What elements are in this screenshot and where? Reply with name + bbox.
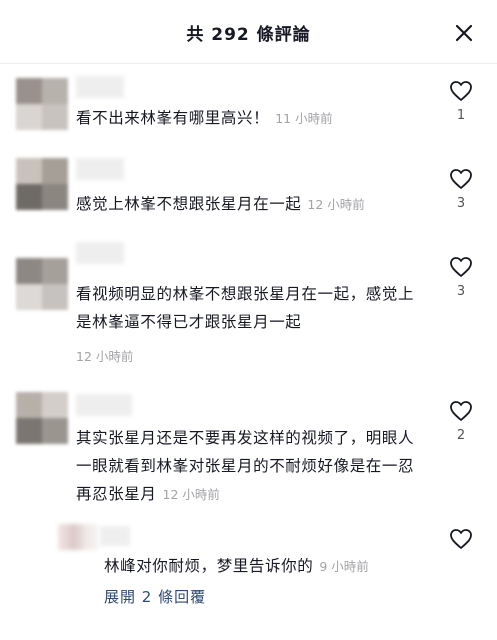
like-button[interactable] [447, 528, 475, 550]
heart-outline-icon[interactable] [449, 256, 473, 278]
comment-body: 其实张星月还是不要再发这样的视频了，明眼人一眼就看到林峯对张星月的不耐烦好像是在… [76, 429, 415, 503]
heart-outline-icon[interactable] [449, 400, 473, 422]
comment-text: 其实张星月还是不要再发这样的视频了，明眼人一眼就看到林峯对张星月的不耐烦好像是在… [76, 424, 426, 509]
avatar[interactable] [58, 524, 98, 550]
like-button[interactable]: 2 [447, 400, 475, 443]
comment-text: 看视频明显的林峯不想跟张星月在一起，感觉上是林峯逼不得已才跟张星月一起 [76, 280, 426, 336]
comment-text: 感觉上林峯不想跟张星月在一起 12 小時前 [76, 190, 426, 219]
expand-replies-link[interactable]: 展開 2 條回覆 [104, 586, 206, 607]
close-button[interactable] [453, 22, 475, 44]
comment-time: 11 小時前 [275, 111, 333, 126]
heart-outline-icon[interactable] [449, 528, 473, 550]
like-button[interactable]: 3 [447, 168, 475, 211]
comment-body: 看视频明显的林峯不想跟张星月在一起，感觉上是林峯逼不得已才跟张星月一起 [76, 285, 415, 331]
heart-outline-icon[interactable] [449, 168, 473, 190]
like-count: 2 [456, 428, 466, 443]
like-button[interactable]: 1 [447, 80, 475, 123]
like-count: 3 [456, 196, 466, 211]
reply-time: 9 小時前 [319, 559, 369, 574]
avatar[interactable] [16, 258, 68, 310]
avatar[interactable] [16, 392, 68, 444]
comments-header: 共 292 條評論 [0, 0, 497, 64]
comment-body: 看不出来林峯有哪里高兴！ [76, 109, 270, 127]
like-count: 3 [456, 284, 466, 299]
reply-text: 林峰对你耐烦，梦里告诉你的 9 小時前 [104, 552, 404, 581]
username[interactable] [76, 394, 132, 416]
comment-time: 12 小時前 [76, 349, 134, 364]
avatar[interactable] [16, 158, 68, 210]
username[interactable] [76, 158, 124, 180]
username[interactable] [76, 242, 124, 264]
username[interactable] [100, 526, 130, 546]
comment-count-title: 共 292 條評論 [186, 25, 311, 45]
username[interactable] [76, 76, 124, 98]
close-icon[interactable] [453, 22, 475, 44]
like-count: 1 [456, 108, 466, 123]
heart-outline-icon[interactable] [449, 80, 473, 102]
comment-text: 看不出来林峯有哪里高兴！ 11 小時前 [76, 104, 426, 133]
comment-body: 感觉上林峯不想跟张星月在一起 [76, 195, 302, 213]
like-button[interactable]: 3 [447, 256, 475, 299]
comment-time: 12 小時前 [162, 487, 220, 502]
reply-body: 林峰对你耐烦，梦里告诉你的 [104, 557, 314, 575]
avatar[interactable] [16, 78, 68, 130]
comment-time: 12 小時前 [307, 197, 365, 212]
